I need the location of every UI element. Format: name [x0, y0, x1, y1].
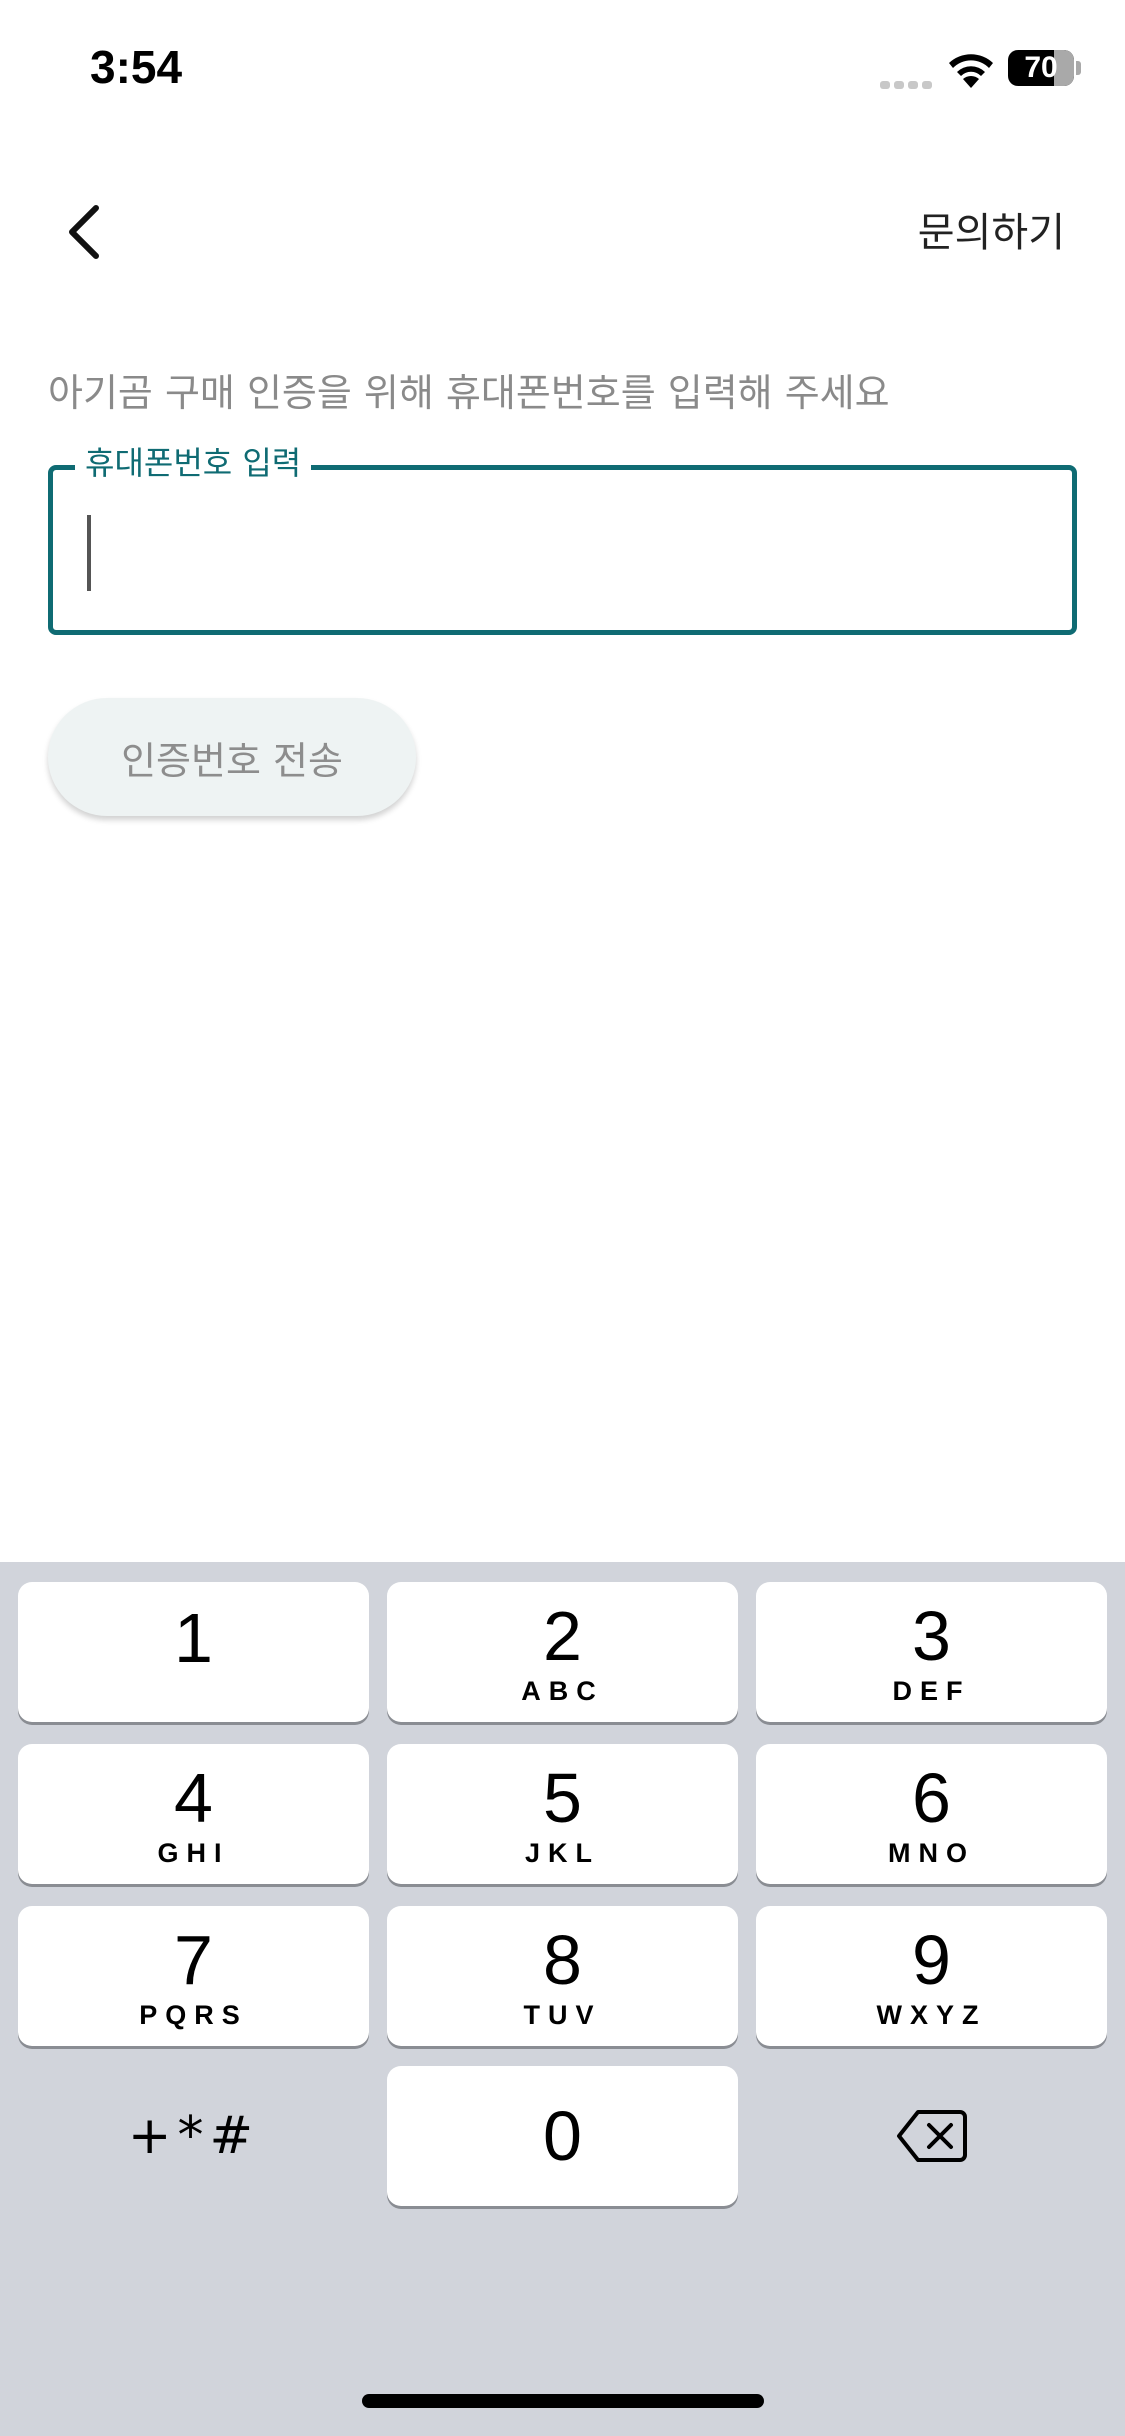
key-letters: GHI [157, 1838, 230, 1868]
phone-field-label: 휴대폰번호 입력 [75, 440, 312, 486]
chevron-left-icon [69, 205, 99, 259]
battery-percent: 70 [1024, 51, 1058, 84]
status-bar: 3:54 70 [0, 0, 1125, 140]
send-code-button[interactable]: 인증번호 전송 [48, 698, 416, 816]
symbols-label: +*# [127, 2106, 260, 2166]
key-digit: 5 [543, 1759, 582, 1837]
key-letters: DEF [892, 1676, 971, 1706]
key-4[interactable]: 4 GHI [18, 1744, 369, 1884]
key-digit: 1 [174, 1599, 213, 1677]
key-letters: ABC [521, 1676, 604, 1706]
phone-verification-screen: 3:54 70 문의하기 아기곰 구매 인증을 위해 휴대폰번호를 입력해 주세… [0, 0, 1125, 2436]
key-6[interactable]: 6 MNO [756, 1744, 1107, 1884]
key-symbols[interactable]: +*# [18, 2066, 369, 2206]
phone-number-input[interactable]: 휴대폰번호 입력 [48, 440, 1077, 635]
key-digit: 7 [174, 1921, 213, 1999]
backspace-icon [896, 2110, 967, 2162]
key-letters: JKL [524, 1838, 600, 1868]
text-cursor [87, 515, 91, 591]
key-8[interactable]: 8 TUV [387, 1906, 738, 2046]
key-digit: 6 [912, 1759, 951, 1837]
key-5[interactable]: 5 JKL [387, 1744, 738, 1884]
key-letters: MNO [888, 1838, 975, 1868]
key-1[interactable]: 1 [18, 1582, 369, 1722]
status-time: 3:54 [90, 41, 183, 93]
key-digit: 4 [174, 1759, 213, 1837]
battery-cap [1076, 61, 1081, 75]
battery-icon: 70 [1008, 50, 1074, 86]
key-digit: 0 [543, 2097, 582, 2175]
key-letters: PQRS [139, 2000, 248, 2030]
key-3[interactable]: 3 DEF [756, 1582, 1107, 1722]
key-letters: TUV [523, 2000, 602, 2030]
key-digit: 2 [543, 1597, 582, 1675]
key-7[interactable]: 7 PQRS [18, 1906, 369, 2046]
key-digit: 9 [912, 1921, 951, 1999]
back-button[interactable] [52, 192, 116, 272]
numeric-keypad: 1 2 ABC 3 DEF 4 GHI 5 JKL 6 MNO 7 PQRS 8… [0, 1562, 1125, 2436]
cellular-signal-icon [880, 74, 936, 89]
wifi-icon [949, 54, 993, 88]
key-0[interactable]: 0 [387, 2066, 738, 2206]
key-digit: 8 [543, 1921, 582, 1999]
key-2[interactable]: 2 ABC [387, 1582, 738, 1722]
instruction-text: 아기곰 구매 인증을 위해 휴대폰번호를 입력해 주세요 [48, 371, 890, 415]
delete-key[interactable] [756, 2066, 1107, 2206]
home-indicator [362, 2394, 764, 2408]
key-9[interactable]: 9 WXYZ [756, 1906, 1107, 2046]
key-digit: 3 [912, 1597, 951, 1675]
key-letters: WXYZ [876, 2000, 987, 2030]
inquiry-link[interactable]: 문의하기 [918, 200, 1065, 258]
